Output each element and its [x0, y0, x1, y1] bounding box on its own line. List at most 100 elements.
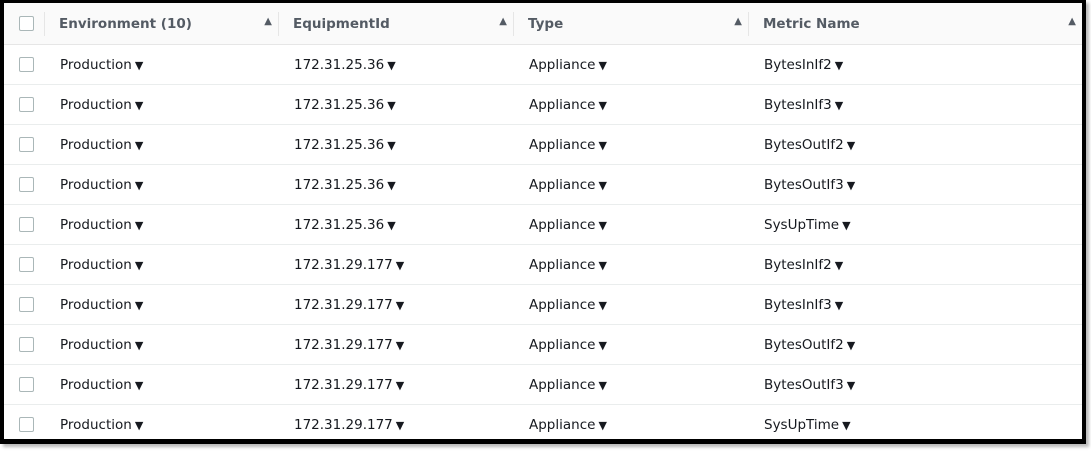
row-checkbox[interactable] [19, 297, 34, 312]
column-divider[interactable] [513, 12, 514, 36]
column-header-environment[interactable]: Environment (10) ▲ [44, 3, 278, 45]
column-header-metric-name[interactable]: Metric Name ▲ [748, 3, 1082, 45]
metrics-table: Environment (10) ▲ EquipmentId ▲ Type ▲ Metric… [4, 3, 1082, 440]
filter-dropdown-icon[interactable]: ▼ [842, 219, 850, 232]
cell-metric-name: BytesInIf2 ▼ [748, 44, 1082, 85]
filter-dropdown-icon[interactable]: ▼ [387, 219, 395, 232]
cell-value: 172.31.25.36 [294, 56, 385, 73]
filter-dropdown-icon[interactable]: ▼ [598, 299, 606, 312]
filter-dropdown-icon[interactable]: ▼ [598, 379, 606, 392]
row-checkbox[interactable] [19, 57, 34, 72]
filter-dropdown-icon[interactable]: ▼ [396, 379, 404, 392]
table-row[interactable]: Production ▼ 172.31.29.177 ▼ Appliance ▼ Bytes… [4, 284, 1082, 325]
cell-metric-name: BytesInIf3 ▼ [748, 84, 1082, 125]
sort-asc-icon[interactable]: ▲ [1068, 16, 1076, 27]
table-row[interactable]: Production ▼ 172.31.29.177 ▼ Appliance ▼ SysUp… [4, 405, 1082, 440]
table-row[interactable]: Production ▼ 172.31.25.36 ▼ Appliance ▼ BytesO… [4, 164, 1082, 205]
filter-dropdown-icon[interactable]: ▼ [387, 179, 395, 192]
filter-dropdown-icon[interactable]: ▼ [396, 259, 404, 272]
cell-type: Appliance ▼ [513, 244, 748, 285]
cell-equipment-id: 172.31.29.177 ▼ [278, 244, 513, 285]
table-row[interactable]: Production ▼ 172.31.25.36 ▼ Appliance ▼ BytesO… [4, 124, 1082, 165]
row-checkbox[interactable] [19, 417, 34, 432]
filter-dropdown-icon[interactable]: ▼ [135, 419, 143, 432]
column-header-type[interactable]: Type ▲ [513, 3, 748, 45]
cell-value: Appliance [529, 256, 596, 273]
table-row[interactable]: Production ▼ 172.31.25.36 ▼ Appliance ▼ BytesI… [4, 84, 1082, 125]
cell-value: 172.31.29.177 [294, 416, 393, 433]
table-row[interactable]: Production ▼ 172.31.25.36 ▼ Appliance ▼ BytesI… [4, 44, 1082, 85]
sort-asc-icon[interactable]: ▲ [734, 16, 742, 27]
column-header-equipment-id[interactable]: EquipmentId ▲ [278, 3, 513, 45]
filter-dropdown-icon[interactable]: ▼ [135, 59, 143, 72]
cell-value: SysUpTime [764, 416, 840, 433]
filter-dropdown-icon[interactable]: ▼ [598, 99, 606, 112]
cell-value: Appliance [529, 376, 596, 393]
cell-environment: Production ▼ [44, 84, 278, 125]
filter-dropdown-icon[interactable]: ▼ [135, 379, 143, 392]
cell-type: Appliance ▼ [513, 204, 748, 245]
select-all-checkbox[interactable] [19, 16, 34, 31]
row-checkbox[interactable] [19, 137, 34, 152]
filter-dropdown-icon[interactable]: ▼ [135, 259, 143, 272]
select-cell [4, 124, 44, 165]
cell-value: BytesInIf2 [764, 256, 832, 273]
cell-value: Production [60, 96, 132, 113]
cell-value: 172.31.25.36 [294, 136, 385, 153]
filter-dropdown-icon[interactable]: ▼ [598, 419, 606, 432]
sort-asc-icon[interactable]: ▲ [499, 16, 507, 27]
cell-value: Production [60, 216, 132, 233]
row-checkbox[interactable] [19, 337, 34, 352]
row-checkbox[interactable] [19, 97, 34, 112]
row-checkbox[interactable] [19, 377, 34, 392]
filter-dropdown-icon[interactable]: ▼ [847, 379, 855, 392]
filter-dropdown-icon[interactable]: ▼ [598, 339, 606, 352]
cell-value: 172.31.29.177 [294, 336, 393, 353]
column-divider[interactable] [44, 12, 45, 36]
table-row[interactable]: Production ▼ 172.31.25.36 ▼ Appliance ▼ SysUpT… [4, 204, 1082, 245]
filter-dropdown-icon[interactable]: ▼ [135, 219, 143, 232]
cell-value: Production [60, 56, 132, 73]
filter-dropdown-icon[interactable]: ▼ [842, 419, 850, 432]
filter-dropdown-icon[interactable]: ▼ [847, 179, 855, 192]
filter-dropdown-icon[interactable]: ▼ [835, 59, 843, 72]
row-checkbox[interactable] [19, 177, 34, 192]
column-divider[interactable] [748, 12, 749, 36]
cell-value: Appliance [529, 56, 596, 73]
filter-dropdown-icon[interactable]: ▼ [598, 179, 606, 192]
row-checkbox[interactable] [19, 257, 34, 272]
filter-dropdown-icon[interactable]: ▼ [835, 299, 843, 312]
filter-dropdown-icon[interactable]: ▼ [135, 339, 143, 352]
cell-value: Appliance [529, 416, 596, 433]
row-checkbox[interactable] [19, 217, 34, 232]
column-divider[interactable] [278, 12, 279, 36]
table-row[interactable]: Production ▼ 172.31.29.177 ▼ Appliance ▼ Bytes… [4, 244, 1082, 285]
filter-dropdown-icon[interactable]: ▼ [396, 419, 404, 432]
sort-asc-icon[interactable]: ▲ [264, 16, 272, 27]
column-label: Environment (10) [59, 15, 192, 32]
filter-dropdown-icon[interactable]: ▼ [598, 259, 606, 272]
table-row[interactable]: Production ▼ 172.31.29.177 ▼ Appliance ▼ Bytes… [4, 324, 1082, 365]
filter-dropdown-icon[interactable]: ▼ [598, 219, 606, 232]
filter-dropdown-icon[interactable]: ▼ [396, 299, 404, 312]
filter-dropdown-icon[interactable]: ▼ [135, 139, 143, 152]
filter-dropdown-icon[interactable]: ▼ [387, 59, 395, 72]
filter-dropdown-icon[interactable]: ▼ [135, 99, 143, 112]
table-row[interactable]: Production ▼ 172.31.29.177 ▼ Appliance ▼ Bytes… [4, 364, 1082, 405]
filter-dropdown-icon[interactable]: ▼ [598, 59, 606, 72]
filter-dropdown-icon[interactable]: ▼ [387, 99, 395, 112]
filter-dropdown-icon[interactable]: ▼ [387, 139, 395, 152]
select-all-cell [4, 3, 44, 45]
filter-dropdown-icon[interactable]: ▼ [847, 139, 855, 152]
cell-value: BytesOutIf3 [764, 176, 844, 193]
cell-type: Appliance ▼ [513, 364, 748, 405]
cell-value: Appliance [529, 176, 596, 193]
filter-dropdown-icon[interactable]: ▼ [396, 339, 404, 352]
filter-dropdown-icon[interactable]: ▼ [835, 259, 843, 272]
filter-dropdown-icon[interactable]: ▼ [835, 99, 843, 112]
cell-type: Appliance ▼ [513, 284, 748, 325]
filter-dropdown-icon[interactable]: ▼ [135, 299, 143, 312]
filter-dropdown-icon[interactable]: ▼ [598, 139, 606, 152]
filter-dropdown-icon[interactable]: ▼ [847, 339, 855, 352]
filter-dropdown-icon[interactable]: ▼ [135, 179, 143, 192]
